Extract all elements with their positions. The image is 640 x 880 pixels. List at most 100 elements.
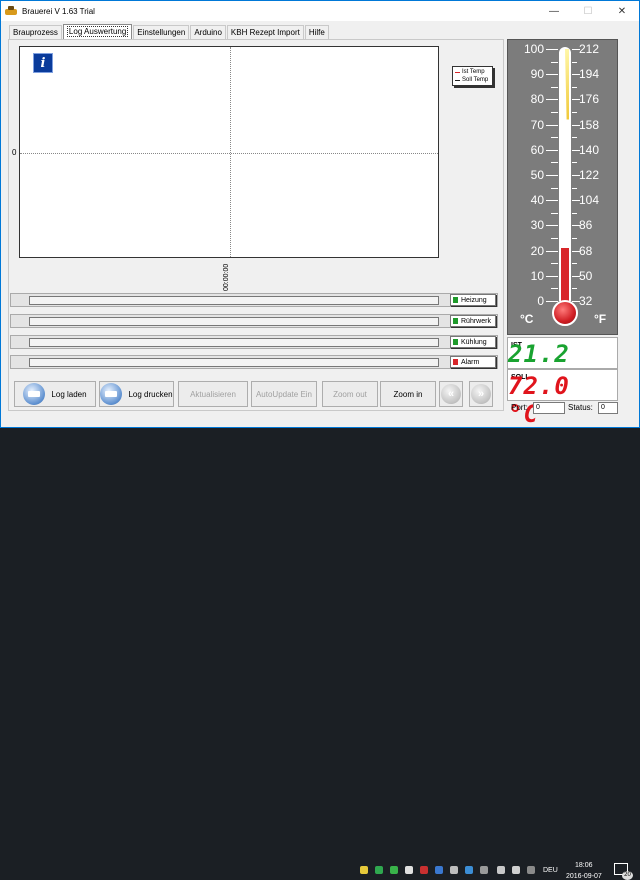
celsius-tick-mark — [551, 238, 558, 239]
indicator-ruehrwerk: Rührwerk — [450, 315, 496, 327]
fahrenheit-tick-label: 122 — [579, 168, 600, 182]
alarm-track — [29, 358, 439, 367]
celsius-tick-label: 20 — [530, 243, 544, 258]
brewery-tray-icon[interactable] — [360, 866, 368, 874]
log-laden-button[interactable]: Log laden — [14, 381, 96, 407]
tab-hilfe[interactable]: Hilfe — [304, 25, 329, 39]
celsius-tick-mark — [551, 162, 558, 164]
legend-swatch-soll — [455, 79, 460, 81]
fahrenheit-tick-mark — [572, 137, 577, 139]
legend-swatch-ist — [455, 71, 460, 73]
minimize-button[interactable]: — — [537, 1, 571, 21]
celsius-tick-label: 40 — [530, 193, 544, 208]
indicator-heizung: Heizung — [450, 294, 496, 306]
ruehrwerk-track — [29, 317, 439, 326]
celsius-tick-label: 0 — [537, 294, 544, 308]
fahrenheit-tick-mark — [572, 187, 577, 189]
kuehlung-lamp-icon — [453, 339, 458, 345]
chart-vertical-gridline — [230, 47, 231, 257]
chevron-right-icon: » — [471, 384, 491, 404]
unit-celsius: °C — [520, 312, 534, 326]
close-button[interactable]: ✕ — [605, 1, 639, 21]
fahrenheit-tick-mark — [572, 61, 577, 63]
celsius-tick-mark — [546, 225, 558, 227]
alarm-lamp-icon — [453, 359, 458, 365]
media-tray-icon[interactable] — [420, 866, 428, 874]
ruehrwerk-lamp-icon — [453, 318, 458, 324]
fahrenheit-tick-label: 104 — [579, 193, 600, 208]
print-icon — [100, 383, 123, 405]
sync-tray-icon[interactable] — [390, 866, 398, 874]
zoom-in-button[interactable]: Zoom in — [380, 381, 436, 407]
heizung-lamp-icon — [453, 297, 458, 303]
fahrenheit-tick-mark — [572, 175, 580, 176]
celsius-tick-mark — [551, 112, 558, 113]
fahrenheit-tick-label: 140 — [579, 142, 600, 157]
clock-date[interactable]: 2016-09-07 — [566, 873, 602, 880]
taskbar: DEU 18:06 2016-09-07 20 — [0, 428, 640, 880]
celsius-tick-label: 70 — [530, 117, 544, 132]
cloud-tray-icon[interactable] — [405, 866, 413, 874]
tab-kbh-rezept-import[interactable]: KBH Rezept Import — [226, 25, 304, 39]
celsius-tick-mark — [551, 263, 558, 265]
fahrenheit-tick-mark — [572, 212, 577, 214]
ist-readout: IST 21.2 °C — [507, 337, 618, 396]
fahrenheit-tick-mark — [572, 301, 580, 302]
celsius-tick-mark — [546, 175, 558, 176]
fahrenheit-tick-mark — [572, 225, 580, 227]
update-tray-icon[interactable] — [465, 866, 473, 874]
tab-log-auswertung[interactable]: Log Auswertung — [62, 24, 133, 39]
heizung-track — [29, 296, 439, 305]
autoupdate-button[interactable]: AutoUpdate Ein — [251, 381, 317, 407]
legend-item-ist: Ist Temp — [455, 68, 490, 76]
battery-icon[interactable] — [497, 866, 505, 874]
tab-brauprozess[interactable]: Brauprozess — [9, 25, 62, 39]
load-icon — [23, 383, 46, 405]
status-field[interactable]: 0 — [598, 402, 618, 414]
zoom-out-button[interactable]: Zoom out — [322, 381, 378, 407]
fahrenheit-tick-label: 50 — [579, 268, 593, 283]
volume-icon[interactable] — [512, 866, 520, 874]
chart-x-tick: 00:00:00 — [223, 263, 230, 291]
chart-horizontal-gridline — [20, 153, 438, 154]
fahrenheit-tick-mark — [572, 162, 577, 164]
heizung-track-row — [10, 293, 498, 307]
info-icon[interactable]: i — [33, 53, 53, 73]
app-window: Brauerei V 1.63 Trial — ☐ ✕ Brauprozess … — [0, 0, 640, 428]
soll-readout: SOLL 72.0 °C — [507, 369, 618, 428]
celsius-tick-mark — [546, 200, 558, 202]
input-language[interactable]: DEU — [543, 867, 558, 874]
fahrenheit-tick-mark — [572, 124, 580, 126]
drive-tray-icon[interactable] — [375, 866, 383, 874]
aktualisieren-button[interactable]: Aktualisieren — [178, 381, 248, 407]
bluetooth-icon[interactable] — [435, 866, 443, 874]
tab-arduino[interactable]: Arduino — [190, 25, 226, 39]
fahrenheit-tick-mark — [572, 275, 580, 277]
celsius-tick-mark — [546, 250, 558, 252]
alarm-track-row — [10, 355, 498, 369]
fahrenheit-tick-mark — [572, 200, 580, 202]
skype-tray-icon[interactable] — [450, 866, 458, 874]
network-icon[interactable] — [480, 866, 488, 874]
port-field[interactable]: 0 — [533, 402, 565, 414]
keyboard-tray-icon[interactable] — [527, 866, 535, 874]
celsius-tick-mark — [546, 124, 558, 126]
celsius-tick-mark — [551, 86, 558, 88]
next-button[interactable]: » — [469, 381, 493, 407]
log-drucken-button[interactable]: Log drucken — [99, 381, 174, 407]
tab-einstellungen[interactable]: Einstellungen — [133, 25, 190, 39]
unit-fahrenheit: °F — [594, 312, 607, 326]
fahrenheit-tick-label: 176 — [579, 92, 600, 107]
log-chart: i — [19, 46, 439, 258]
clock-time[interactable]: 18:06 — [575, 862, 593, 869]
celsius-tick-mark — [546, 99, 558, 101]
celsius-tick-mark — [551, 61, 558, 63]
fahrenheit-tick-mark — [572, 99, 580, 101]
fahrenheit-tick-mark — [572, 238, 577, 239]
previous-button[interactable]: « — [439, 381, 463, 407]
maximize-button[interactable]: ☐ — [571, 1, 605, 21]
celsius-tick-mark — [546, 149, 558, 151]
celsius-tick-label: 90 — [530, 67, 544, 82]
fahrenheit-tick-mark — [572, 288, 577, 290]
celsius-tick-label: 50 — [530, 168, 544, 182]
